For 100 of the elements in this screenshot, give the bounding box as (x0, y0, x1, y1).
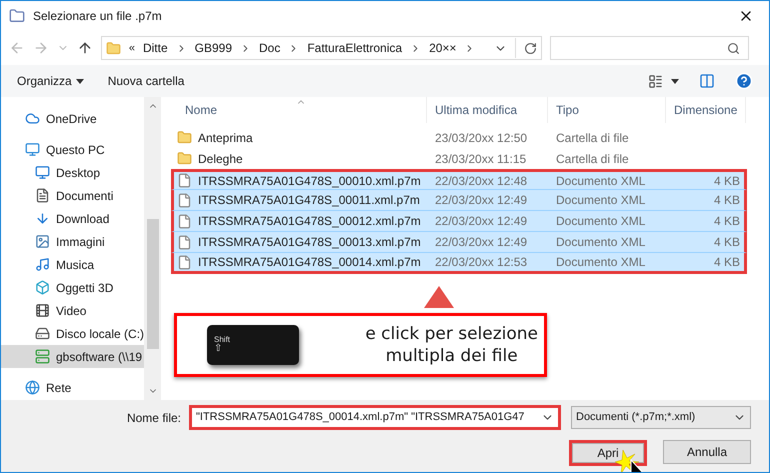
breadcrumb-item[interactable]: FatturaElettronica (307, 39, 402, 57)
download-icon (35, 211, 50, 226)
search-icon (727, 42, 740, 54)
modified-date: 22/03/20xx 12:49 (434, 192, 528, 209)
sidebar-item[interactable]: Oggetti 3D (1, 276, 144, 299)
file-type: Cartella di file (555, 130, 630, 146)
annotation-text: multipla dei file (386, 345, 518, 367)
caret-icon (76, 78, 84, 84)
file-type: Cartella di file (555, 150, 630, 168)
film-icon (35, 303, 50, 318)
key-label: Shift (214, 336, 232, 344)
modified-date: 23/03/20xx 12:50 (434, 130, 528, 146)
column-header[interactable]: Dimensione (666, 97, 746, 123)
column-header[interactable]: Ultima modifica (427, 97, 548, 123)
breadcrumb-item[interactable]: Ditte (142, 39, 168, 57)
file-type: Documento XML (555, 192, 646, 209)
sidebar-item[interactable]: Desktop (1, 161, 144, 184)
cube-icon (35, 280, 50, 295)
file-name: Deleghe (198, 150, 243, 168)
column-header[interactable]: Tipo (548, 97, 666, 123)
modified-date: 23/03/20xx 11:15 (434, 150, 528, 168)
file-icon (177, 192, 192, 208)
file-size: 4 KB (712, 254, 741, 271)
shift-arrow-icon: ⇧ (214, 344, 299, 354)
file-row[interactable]: ITRSSMRA75A01G478S_00012.xml.p7m 22/03/20xx 12:49 Documento XML 4 KB (171, 211, 747, 232)
folder-icon (177, 130, 192, 145)
file-name: ITRSSMRA75A01G478S_00010.xml.p7m (198, 172, 421, 190)
search-field[interactable] (550, 36, 749, 60)
breadcrumb-item[interactable]: Doc (259, 39, 280, 57)
up-arrow-icon[interactable] (76, 40, 93, 56)
file-name: ITRSSMRA75A01G478S_00014.xml.p7m (198, 254, 421, 271)
file-icon (177, 214, 192, 228)
sidebar-item[interactable]: Documenti (1, 184, 144, 207)
preview-pane-icon[interactable] (699, 73, 715, 89)
file-name: ITRSSMRA75A01G478S_00012.xml.p7m (198, 213, 421, 230)
caret-icon (671, 78, 679, 84)
list-view-icon (648, 74, 663, 88)
monitor-icon (35, 165, 50, 180)
scrollbar[interactable] (144, 97, 161, 400)
folder-icon (177, 151, 192, 166)
file-type: Documento XML (555, 254, 646, 271)
globe-icon (25, 380, 40, 395)
window-title: Selezionare un file .p7m (33, 8, 162, 25)
sidebar-item[interactable]: Download (1, 207, 144, 230)
file-icon (177, 173, 192, 188)
help-icon[interactable] (735, 72, 753, 90)
column-header[interactable]: Nome (171, 97, 427, 123)
file-row[interactable]: Anteprima 23/03/20xx 12:50 Cartella di file (171, 127, 747, 148)
drive-icon (35, 326, 50, 341)
filename-field[interactable]: "ITRSSMRA75A01G478S_00014.xml.p7m" "ITRSSMRA75A01G47 (189, 405, 561, 430)
triangle-arrow (424, 286, 454, 308)
folder-icon (106, 40, 121, 56)
file-type: Documento XML (555, 213, 646, 230)
sidebar-item[interactable]: Immagini (1, 230, 144, 253)
music-note-icon (35, 257, 50, 272)
file-type: Documento XML (555, 172, 646, 190)
sidebar-item[interactable]: Rete (1, 376, 144, 399)
file-size: 4 KB (712, 172, 741, 190)
filename-label: Nome file: (126, 410, 181, 426)
sidebar-item[interactable]: Questo PC (1, 138, 144, 161)
picture-icon (35, 234, 50, 249)
cloud-icon (25, 111, 40, 126)
monitor-icon (25, 142, 40, 157)
document-icon (35, 188, 50, 203)
file-row[interactable]: ITRSSMRA75A01G478S_00010.xml.p7m 22/03/20xx 12:48 Documento XML 4 KB (171, 169, 747, 190)
file-name: ITRSSMRA75A01G478S_00013.xml.p7m (198, 234, 421, 251)
sidebar-item[interactable]: Musica (1, 253, 144, 276)
view-options-button[interactable] (648, 74, 679, 88)
sidebar-item[interactable]: Video (1, 299, 144, 322)
breadcrumb-item[interactable]: 20×× (429, 39, 456, 57)
address-bar[interactable]: « Ditte GB999 Doc FatturaElettronica 20×× (100, 36, 542, 60)
file-icon (177, 234, 192, 250)
file-row[interactable]: ITRSSMRA75A01G478S_00014.xml.p7m 22/03/20xx 12:53 Documento XML 4 KB (171, 253, 747, 274)
overflow-marker: « (128, 40, 135, 56)
modified-date: 22/03/20xx 12:49 (434, 234, 528, 251)
cancel-button[interactable]: Annulla (663, 440, 751, 464)
file-name: Anteprima (198, 130, 253, 146)
open-button[interactable]: Apri (569, 440, 647, 466)
sidebar-item[interactable]: Disco locale (C:) (1, 322, 144, 345)
file-size: 4 KB (712, 213, 741, 230)
file-type-dropdown[interactable]: Documenti (*.p7m;*.xml) (571, 406, 751, 429)
new-folder-button[interactable]: Nuova cartella (108, 72, 184, 90)
network-drive-icon (35, 349, 50, 364)
file-size: 4 KB (712, 192, 741, 209)
breadcrumb-item[interactable]: GB999 (194, 39, 232, 57)
organize-button[interactable]: Organizza (17, 72, 84, 90)
sidebar-item[interactable]: gbsoftware (\\19 (1, 345, 144, 368)
file-row[interactable]: Deleghe 23/03/20xx 11:15 Cartella di file (171, 148, 747, 169)
file-icon (177, 254, 192, 270)
sidebar-item[interactable]: OneDrive (1, 107, 144, 130)
file-row[interactable]: ITRSSMRA75A01G478S_00013.xml.p7m 22/03/20xx 12:49 Documento XML 4 KB (171, 232, 747, 253)
file-size: 4 KB (712, 234, 741, 251)
file-type: Documento XML (555, 234, 646, 251)
file-row[interactable]: ITRSSMRA75A01G478S_00011.xml.p7m 22/03/20xx 12:49 Documento XML 4 KB (171, 190, 747, 211)
modified-date: 22/03/20xx 12:49 (434, 213, 528, 230)
file-name: ITRSSMRA75A01G478S_00011.xml.p7m (198, 192, 420, 209)
app-icon (9, 8, 25, 24)
refresh-icon[interactable] (524, 42, 537, 54)
annotation-text: e click per selezione (365, 323, 538, 345)
modified-date: 22/03/20xx 12:53 (434, 254, 528, 271)
